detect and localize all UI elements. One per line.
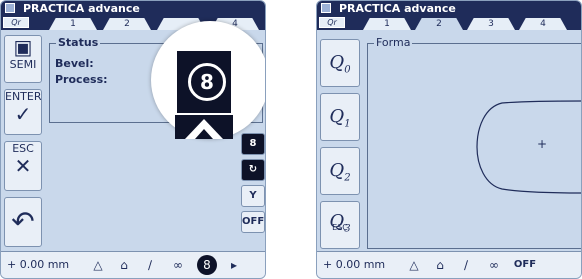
auto-bevel-icon[interactable]: ⌂ (113, 255, 135, 275)
offset-unit: mm (363, 258, 386, 271)
q2-button[interactable]: Q2 (320, 147, 360, 195)
tab-row: Qr 1 2 3 4 (317, 16, 581, 30)
practica-screen-status: PRACTICA advance Qr 1 2 4 ▣ SEMI ENTER ✓… (0, 0, 266, 279)
more-icon[interactable]: ▸ (223, 255, 245, 275)
semi-label: SEMI (9, 58, 37, 71)
bevel-type-icon[interactable]: △ (403, 255, 425, 275)
frame-icon[interactable]: ∞ (167, 255, 189, 275)
q3-button[interactable]: Q3 ESC (320, 201, 360, 249)
off-button[interactable]: OFF (511, 255, 539, 275)
q2-letter: Q (329, 160, 345, 181)
process-label: Process: (55, 73, 108, 86)
groove-icon[interactable]: ∕ (455, 255, 477, 275)
offset-readout: + 0.00 mm (323, 258, 385, 271)
status-legend: Status (56, 36, 101, 49)
auto-bevel-icon[interactable]: ⌂ (429, 255, 451, 275)
offset-value: + 0.00 (323, 258, 361, 271)
tab-1[interactable]: 1 (363, 18, 411, 30)
bevel-type-icon[interactable]: △ (87, 255, 109, 275)
center-mark: + (537, 137, 548, 151)
offset-value: + 0.00 (7, 258, 45, 271)
q0-index: 0 (344, 64, 351, 76)
bottom-bar: + 0.00 mm △ ⌂ ∕ ∞ 8 ▸ (1, 251, 265, 278)
q2-index: 2 (344, 172, 351, 184)
menu-icon[interactable] (321, 3, 331, 13)
q1-letter: Q (329, 106, 345, 127)
semi-button[interactable]: ▣ SEMI (4, 35, 42, 83)
q1-index: 1 (344, 118, 351, 130)
bottom-badge[interactable]: 8 (197, 255, 217, 275)
q0-letter: Q (329, 52, 345, 73)
q0-button[interactable]: Q0 (320, 39, 360, 87)
back-arrow-icon: ↶ (11, 205, 35, 238)
tab-3[interactable]: 3 (467, 18, 515, 30)
qr-button[interactable]: Qr (319, 17, 345, 28)
glass-icon[interactable]: Y (241, 185, 265, 207)
q1-button[interactable]: Q1 (320, 93, 360, 141)
magnified-button: 8 (175, 49, 233, 115)
title-bar: PRACTICA advance (1, 1, 265, 16)
tab-2[interactable]: 2 (415, 18, 463, 30)
bevel-label: Bevel: (55, 57, 94, 70)
frame-icon[interactable]: ∞ (483, 255, 505, 275)
app-title: PRACTICA advance (339, 2, 456, 15)
practica-screen-forma: PRACTICA advance Qr 1 2 3 4 Q0 Q1 Q2 Q3 E… (316, 0, 582, 279)
lens-shape-outline (476, 100, 581, 194)
magnified-value: 8 (188, 63, 226, 101)
menu-icon[interactable] (5, 3, 15, 13)
rotate-icon[interactable]: ↻ (241, 159, 265, 181)
esc-button[interactable]: ESC ✕ (4, 141, 42, 191)
bevel-shape-icon (185, 119, 223, 139)
offset-unit: mm (47, 258, 70, 271)
off-button[interactable]: OFF (241, 211, 265, 233)
x-icon: ✕ (14, 154, 32, 178)
bottom-bar: + 0.00 mm △ ⌂ ∕ ∞ OFF (317, 251, 581, 278)
right-button-8[interactable]: 8 (241, 133, 265, 155)
groove-icon[interactable]: ∕ (139, 255, 161, 275)
app-title: PRACTICA advance (23, 2, 140, 15)
camera-icon: ▣ (13, 35, 33, 59)
tab-4[interactable]: 4 (519, 18, 567, 30)
back-button[interactable]: ↶ (4, 197, 42, 247)
offset-readout: + 0.00 mm (7, 258, 69, 271)
qr-button[interactable]: Qr (3, 17, 29, 28)
tab-2[interactable]: 2 (103, 18, 151, 30)
enter-button[interactable]: ENTER ✓ (4, 89, 42, 135)
magnified-bevel-icon (175, 115, 233, 139)
title-bar: PRACTICA advance (317, 1, 581, 16)
q3-esc-label: ESC (332, 223, 348, 232)
check-icon: ✓ (14, 102, 32, 126)
tab-1[interactable]: 1 (49, 18, 97, 30)
